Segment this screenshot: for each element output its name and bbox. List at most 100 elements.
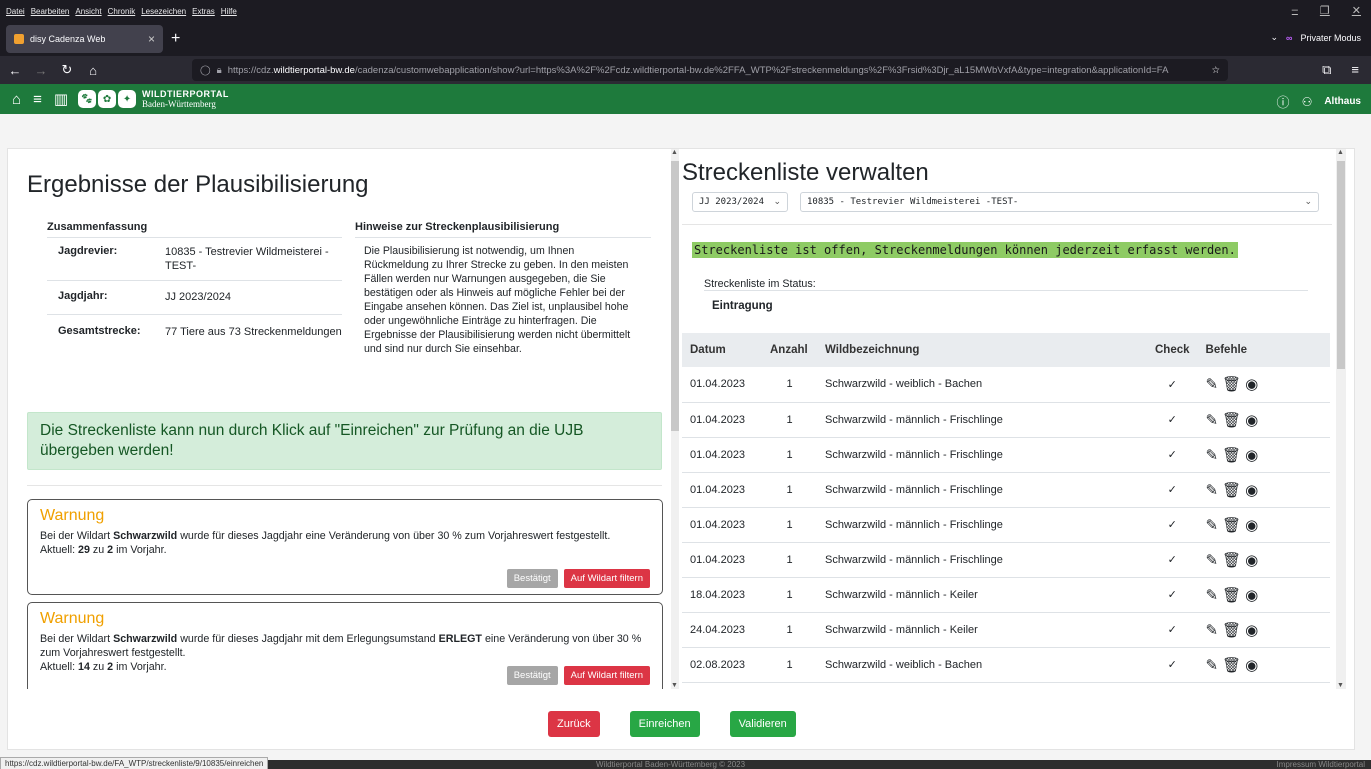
- view-eye-icon[interactable]: ◉: [1245, 656, 1258, 674]
- right-scrollbar[interactable]: ▲ ▼: [1336, 149, 1346, 689]
- submit-button[interactable]: Einreichen: [629, 711, 700, 737]
- reload-icon[interactable]: ↻: [56, 62, 78, 78]
- view-eye-icon[interactable]: ◉: [1245, 621, 1258, 639]
- filter-species-button[interactable]: Auf Wildart filtern: [563, 569, 650, 588]
- home-icon[interactable]: ⌂: [12, 91, 21, 108]
- cell-befehle: ✎ 🗑︎ ◉: [1197, 577, 1330, 613]
- validate-button[interactable]: Validieren: [729, 711, 796, 737]
- col-datum[interactable]: Datum: [682, 333, 762, 367]
- menu-ansicht[interactable]: Ansicht: [75, 7, 101, 16]
- nav-right-tools: ⧉ ≡: [1322, 62, 1359, 78]
- trash-icon[interactable]: 🗑︎: [1222, 656, 1241, 674]
- help-icon[interactable]: ⓘ: [1277, 92, 1290, 111]
- edit-icon[interactable]: ✎: [1206, 411, 1219, 429]
- footer-impressum-link[interactable]: Impressum Wildtierportal: [1277, 760, 1365, 769]
- left-scrollbar[interactable]: ▲ ▼: [671, 149, 679, 689]
- menu-extras[interactable]: Extras: [192, 7, 215, 16]
- view-eye-icon[interactable]: ◉: [1245, 586, 1258, 604]
- col-wildbezeichnung[interactable]: Wildbezeichnung: [817, 333, 1147, 367]
- warning-text: Bei der Wildart Schwarzwild wurde für di…: [40, 633, 642, 659]
- col-check[interactable]: Check: [1147, 333, 1198, 367]
- edit-icon[interactable]: ✎: [1206, 446, 1219, 464]
- scroll-up-icon[interactable]: ▲: [671, 149, 678, 156]
- revier-select[interactable]: 10835 - Testrevier Wildmeisterei -TEST- …: [800, 192, 1319, 212]
- back-button[interactable]: Zurück: [548, 711, 600, 737]
- header-right: ⓘ ⚇ Althaus: [1277, 92, 1361, 111]
- scroll-down-icon[interactable]: ▼: [1337, 682, 1344, 689]
- shield-icon[interactable]: ◯: [200, 65, 211, 76]
- user-name[interactable]: Althaus: [1324, 96, 1361, 107]
- trash-icon[interactable]: 🗑︎: [1222, 446, 1241, 464]
- trash-icon[interactable]: 🗑︎: [1222, 516, 1241, 534]
- edit-icon[interactable]: ✎: [1206, 481, 1219, 499]
- logo-animal-icon: ✦: [118, 90, 137, 108]
- trash-icon[interactable]: 🗑︎: [1222, 586, 1241, 604]
- new-tab-icon[interactable]: +: [171, 30, 180, 48]
- filter-species-button[interactable]: Auf Wildart filtern: [563, 666, 650, 685]
- menu-lesezeichen[interactable]: Lesezeichen: [141, 7, 186, 16]
- lock-icon[interactable]: 🔒︎: [217, 65, 222, 76]
- plausibility-pane: Ergebnisse der Plausibilisierung Zusamme…: [8, 149, 671, 689]
- edit-icon[interactable]: ✎: [1206, 656, 1219, 674]
- status-bar-url: https://cdz.wildtierportal-bw.de/FA_WTP/…: [0, 757, 269, 769]
- menu-icon[interactable]: ≡: [1351, 62, 1359, 78]
- scroll-thumb[interactable]: [1337, 161, 1345, 369]
- edit-icon[interactable]: ✎: [1206, 516, 1219, 534]
- menu-datei[interactable]: Datei: [6, 7, 25, 16]
- map-icon[interactable]: ▥: [54, 90, 68, 108]
- trash-icon[interactable]: 🗑︎: [1222, 481, 1241, 499]
- view-eye-icon[interactable]: ◉: [1245, 551, 1258, 569]
- trash-icon[interactable]: 🗑︎: [1222, 551, 1241, 569]
- view-eye-icon[interactable]: ◉: [1245, 516, 1258, 534]
- confirm-button[interactable]: Bestätigt: [506, 666, 558, 685]
- menu-bearbeiten[interactable]: Bearbeiten: [31, 7, 70, 16]
- menu-hilfe[interactable]: Hilfe: [221, 7, 237, 16]
- scroll-up-icon[interactable]: ▲: [1337, 149, 1344, 156]
- warning-card: Warnung Bei der Wildart Schwarzwild wurd…: [27, 602, 663, 689]
- menu-chronik[interactable]: Chronik: [108, 7, 136, 16]
- trash-icon[interactable]: 🗑︎: [1222, 375, 1241, 393]
- close-tab-icon[interactable]: ×: [148, 32, 155, 46]
- main-panel: Ergebnisse der Plausibilisierung Zusamme…: [7, 148, 1355, 750]
- trash-icon[interactable]: 🗑︎: [1222, 621, 1241, 639]
- extensions-icon[interactable]: ⧉: [1322, 62, 1331, 78]
- cell-check: ✓: [1147, 612, 1198, 648]
- browser-tab[interactable]: disy Cadenza Web ×: [6, 25, 163, 53]
- back-arrow-icon[interactable]: ←: [4, 63, 26, 78]
- plausibility-title: Ergebnisse der Plausibilisierung: [27, 171, 369, 198]
- home-icon[interactable]: ⌂: [82, 63, 104, 78]
- confirm-button[interactable]: Bestätigt: [506, 569, 558, 588]
- scroll-down-icon[interactable]: ▼: [671, 682, 678, 689]
- tab-list-chevron-icon[interactable]: ⌄: [1271, 32, 1279, 43]
- logo-text[interactable]: WILDTIERPORTAL Baden-Württemberg: [142, 89, 229, 109]
- cell-anzahl: 1: [762, 472, 817, 508]
- forward-arrow-icon[interactable]: →: [30, 63, 52, 78]
- view-eye-icon[interactable]: ◉: [1245, 375, 1258, 393]
- edit-icon[interactable]: ✎: [1206, 621, 1219, 639]
- scroll-thumb[interactable]: [671, 161, 679, 431]
- cell-anzahl: 1: [762, 437, 817, 473]
- year-select[interactable]: JJ 2023/2024 ⌄: [692, 192, 788, 212]
- edit-icon[interactable]: ✎: [1206, 586, 1219, 604]
- hamburger-menu-icon[interactable]: ≡: [33, 91, 42, 108]
- browser-menubar: Datei Bearbeiten Ansicht Chronik Lesezei…: [0, 0, 1371, 22]
- restore-icon[interactable]: ❐: [1320, 4, 1330, 17]
- trash-icon[interactable]: 🗑︎: [1222, 411, 1241, 429]
- user-icon[interactable]: ⚇: [1302, 95, 1313, 109]
- status-label: Streckenliste im Status:: [704, 278, 816, 290]
- view-eye-icon[interactable]: ◉: [1245, 411, 1258, 429]
- edit-icon[interactable]: ✎: [1206, 375, 1219, 393]
- col-anzahl[interactable]: Anzahl: [762, 333, 817, 367]
- view-eye-icon[interactable]: ◉: [1245, 446, 1258, 464]
- bookmark-star-icon[interactable]: ☆: [1211, 65, 1220, 76]
- close-window-icon[interactable]: ✕: [1352, 4, 1361, 17]
- divider: [682, 224, 1332, 225]
- cell-check: ✓: [1147, 472, 1198, 508]
- view-eye-icon[interactable]: ◉: [1245, 481, 1258, 499]
- browser-navbar: ← → ↻ ⌂ ◯ 🔒︎ https://cdz.wildtierportal-…: [0, 56, 1371, 84]
- minimize-icon[interactable]: –: [1292, 4, 1298, 17]
- cell-check: ✓: [1147, 542, 1198, 578]
- edit-icon[interactable]: ✎: [1206, 551, 1219, 569]
- url-bar[interactable]: ◯ 🔒︎ https://cdz.wildtierportal-bw.de/ca…: [192, 59, 1228, 81]
- cell-wildbezeichnung: Schwarzwild - männlich - Frischlinge: [817, 542, 1147, 578]
